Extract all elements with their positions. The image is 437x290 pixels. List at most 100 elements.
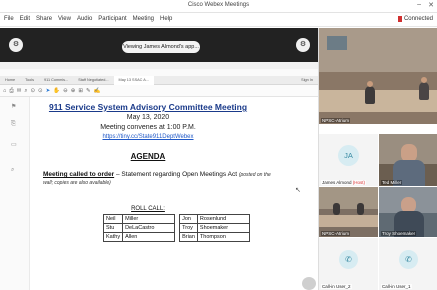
menu-file[interactable]: File [4,16,14,22]
window-title: Cisco Webex Meetings [187,2,250,8]
search-panel-icon[interactable]: ⌕ [11,167,14,174]
chat-bubble-icon[interactable] [302,277,316,290]
document-title: 911 Service System Advisory Committee Me… [48,102,248,112]
table-cell: Neil [102,214,124,224]
menu-share[interactable]: Share [36,16,52,22]
table-cell: Brian [179,232,198,242]
call-to-order-text: – Statement regarding Open Meetings Act [114,171,239,178]
participant-name: Ted Miller [381,180,403,185]
table-cell: Shoemaker [196,223,250,233]
phone-icon: ✆ [399,250,418,269]
table-row: Kathy Allen Brian Thompson [102,232,250,242]
table-cell: Thompson [196,232,250,242]
menu-audio[interactable]: Audio [77,16,92,22]
pdf-left-rail: ⚑ ⎘ ▭ ⌕ [0,97,30,290]
share-options-icon[interactable]: ⚙ [9,38,23,52]
attendee [365,86,375,104]
sign-in-link[interactable]: Sign In [301,76,313,85]
webex-link[interactable]: https://tiny.cc/State911DeptWebex [30,134,266,140]
call-to-order-heading: Meeting called to order [43,171,115,178]
pdf-page: 911 Service System Advisory Committee Me… [30,97,318,290]
comment-icon[interactable]: ✎ [86,85,91,97]
email-icon[interactable]: ✉ [17,85,22,97]
video-tile[interactable]: NPSC-Atrium [319,187,378,237]
agenda-heading: AGENDA [130,152,166,161]
roll-call-table: Neil Miller Jon Rosenlund Stu DeLaCastro… [102,214,250,242]
search-icon[interactable]: ⌕ [24,85,27,97]
participant-name: Troy Shoemaker [381,231,417,236]
close-icon[interactable]: ✕ [428,1,434,9]
shared-content-area: ⚙ Viewing James Almond's app... ⚙ Home T… [0,28,318,290]
participant-name: Call-in User_2 [321,284,352,289]
attendee [357,203,364,215]
participant-name: Call-in User_1 [381,284,412,289]
zoom-in-icon[interactable]: ⊕ [71,85,76,97]
pdf-viewer: Home Tools 911 Commis... Staff Negotiate… [0,62,318,290]
viewing-share-label[interactable]: Viewing James Almond's app... [122,41,200,53]
call-to-order-item: Meeting called to order – Statement rega… [43,171,275,187]
table-cell: Allen [122,232,176,242]
table-cell: Rosenlund [196,214,250,224]
tab-tools[interactable]: Tools [20,76,39,85]
table-row: Neil Miller Jon Rosenlund [102,214,250,224]
roll-call-heading: ROLL CALL: [131,206,165,212]
select-cursor-icon[interactable]: ➤ [46,85,51,97]
webex-window: Cisco Webex Meetings – ✕ File Edit Share… [0,0,437,290]
video-tile[interactable]: ✆ Call-in User_2 [319,238,378,290]
signal-icon [397,16,402,22]
tab-commission-doc[interactable]: 911 Commis... [39,76,73,85]
phone-icon: ✆ [339,250,358,269]
video-tile[interactable]: Troy Shoemaker [379,187,437,237]
video-tile[interactable]: NPSC-Atrium [319,28,437,124]
attendee [333,203,340,215]
video-tile[interactable]: Ted Miller [379,134,437,186]
table-row: Stu DeLaCastro Troy Shoemaker [102,223,250,233]
fit-page-icon[interactable]: ⊞ [78,85,83,97]
table-cell: Troy [179,223,198,233]
table-cell: Kathy [102,232,124,242]
participant-name: NPSC-Atrium [321,118,351,123]
title-bar: Cisco Webex Meetings – ✕ [0,0,437,13]
minimize-icon[interactable]: – [417,1,421,8]
hand-tool-icon[interactable]: ✋ [53,85,60,97]
table-cell: Miller [122,214,176,224]
menu-edit[interactable]: Edit [20,16,30,22]
menu-bar: File Edit Share View Audio Participant M… [0,13,437,27]
attendee [419,82,429,100]
pdf-toolbar: ⌂ ⎙ ✉ ⌕ ⊙ ⊙ ➤ ✋ ⊖ ⊕ ⊞ ✎ ✍ [0,85,318,97]
participant-video-panel: NPSC-Atrium JA James Almond (Host) Ted M… [318,28,437,290]
bookmark-icon[interactable]: ⚑ [11,103,16,110]
wall-screen [327,36,347,50]
video-tile[interactable]: ✆ Call-in User_1 [379,238,437,290]
tab-staff-doc[interactable]: Staff Negotiated... [73,76,113,85]
document-date: May 13, 2020 [126,114,170,121]
table-cell: DeLaCastro [122,223,176,233]
tab-agenda-doc[interactable]: May 13 SSAC A... [113,75,154,85]
attachment-icon[interactable]: ⎘ [11,121,16,128]
menu-view[interactable]: View [58,16,71,22]
avatar: JA [338,145,359,166]
menu-participant[interactable]: Participant [98,16,126,22]
connection-label: Connected [403,16,433,22]
share-bar: ⚙ Viewing James Almond's app... ⚙ [0,28,318,62]
connection-status[interactable]: Connected [397,16,433,22]
table-cell: Stu [102,223,124,233]
participant-name: James Almond (Host) [321,180,367,185]
menu-help[interactable]: Help [160,16,172,22]
document-convenes: Meeting convenes at 1:00 P.M. [100,124,196,131]
next-page-icon[interactable]: ⊙ [38,85,43,97]
video-tile[interactable]: JA James Almond (Host) [319,134,378,186]
pages-icon[interactable]: ▭ [11,141,17,148]
menu-meeting[interactable]: Meeting [133,16,154,22]
print-icon[interactable]: ⎙ [9,85,13,97]
sign-icon[interactable]: ✍ [94,85,101,97]
participant-name: NPSC-Atrium [321,231,351,236]
prev-page-icon[interactable]: ⊙ [30,85,35,97]
share-settings-icon[interactable]: ⚙ [296,38,310,52]
mouse-pointer-icon: ↖ [295,187,301,194]
tab-home[interactable]: Home [0,76,20,85]
home-icon[interactable]: ⌂ [3,85,6,97]
zoom-out-icon[interactable]: ⊖ [63,85,68,97]
pdf-title-strip [0,62,318,69]
table-cell: Jon [179,214,198,224]
